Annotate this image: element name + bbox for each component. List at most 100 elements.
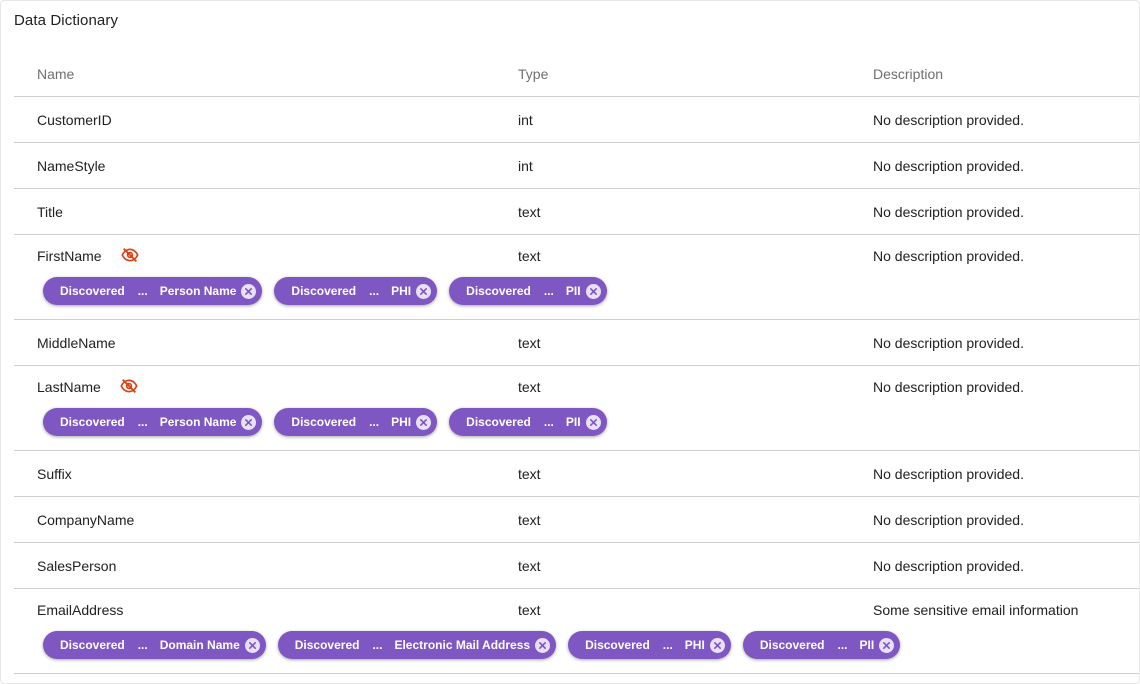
cell-type: int (518, 111, 533, 128)
tag-separator: ... (369, 284, 380, 298)
close-circle-icon[interactable] (416, 283, 432, 299)
close-circle-icon[interactable] (416, 414, 432, 430)
close-circle-icon[interactable] (709, 637, 725, 653)
cell-type: text (518, 248, 541, 264)
classification-tag[interactable]: Discovered... PHI (274, 408, 438, 436)
close-circle-icon[interactable] (585, 283, 601, 299)
cell-type: text (518, 203, 541, 220)
tag-separator: ... (543, 415, 554, 429)
table-row[interactable]: NameStyle int No description provided. (14, 143, 1139, 189)
column-name: CustomerID (37, 111, 112, 128)
cell-name: CompanyName (14, 512, 496, 528)
close-circle-icon[interactable] (241, 283, 257, 299)
classification-tag[interactable]: Discovered... PHI (568, 631, 731, 659)
close-circle-icon[interactable] (244, 637, 260, 653)
tag-separator: ... (372, 638, 383, 652)
tag-status: Discovered (466, 415, 531, 429)
tag-list: Discovered... Person Name Discovered... PHI… (14, 277, 1139, 311)
column-name: NameStyle (37, 157, 106, 174)
tag-separator: ... (662, 638, 673, 652)
cell-description: No description provided. (873, 379, 1024, 395)
cell-type: text (518, 379, 541, 395)
cell-type: text (518, 557, 541, 574)
tag-label: Person Name (159, 284, 237, 298)
header-name[interactable]: Name (14, 66, 496, 82)
cell-description: No description provided. (873, 557, 1024, 574)
cell-name: SalesPerson (14, 558, 496, 574)
header-description[interactable]: Description (850, 66, 1139, 82)
tag-separator: ... (137, 284, 148, 298)
close-circle-icon[interactable] (585, 414, 601, 430)
cell-description: No description provided. (873, 157, 1024, 174)
cell-name: Title (14, 204, 496, 220)
classification-tag[interactable]: Discovered... PHI (274, 277, 438, 305)
tag-label: Person Name (159, 415, 237, 429)
column-name: MiddleName (37, 334, 116, 351)
tag-status: Discovered (291, 284, 357, 298)
cell-description: Some sensitive email information (873, 602, 1079, 618)
tag-separator: ... (137, 415, 148, 429)
tag-list: Discovered... Person Name Discovered... PHI… (14, 408, 1139, 442)
tag-separator: ... (369, 415, 380, 429)
tag-label: Domain Name (159, 638, 240, 652)
tag-status: Discovered (60, 284, 125, 298)
table-row[interactable]: EmailAddress text Some sensitive email inf… (14, 589, 1139, 674)
table-row[interactable]: CompanyName text No description provided. (14, 497, 1139, 543)
table-row[interactable]: SalesPerson text No description provided. (14, 543, 1139, 589)
cell-type: text (518, 334, 541, 351)
cell-name: Suffix (14, 466, 496, 482)
table-row[interactable]: Suffix text No description provided. (14, 451, 1139, 497)
cell-name: EmailAddress (14, 602, 496, 618)
table-row[interactable]: CustomerID int No description provided. (14, 97, 1139, 143)
tag-label: Electronic Mail Address (394, 638, 531, 652)
tag-status: Discovered (291, 415, 357, 429)
row-main: CustomerID int No description provided. (14, 97, 1139, 142)
row-main: MiddleName text No description provided. (14, 320, 1139, 365)
eye-off-icon[interactable] (120, 247, 139, 262)
cell-name: NameStyle (14, 158, 496, 174)
row-main: NameStyle int No description provided. (14, 143, 1139, 188)
classification-tag[interactable]: Discovered... Person Name (43, 408, 263, 436)
table-body: CustomerID int No description provided. Nam… (14, 97, 1139, 674)
classification-tag[interactable]: Discovered... PII (449, 408, 607, 436)
classification-tag[interactable]: Discovered... PII (449, 277, 607, 305)
cell-description: No description provided. (873, 334, 1024, 351)
table-row[interactable]: Title text No description provided. (14, 189, 1139, 235)
tag-separator: ... (543, 284, 554, 298)
tag-separator: ... (137, 638, 148, 652)
tag-status: Discovered (466, 284, 531, 298)
column-name: CompanyName (37, 511, 135, 528)
classification-tag[interactable]: Discovered... Domain Name (43, 631, 266, 659)
tag-separator: ... (837, 638, 848, 652)
cell-description: No description provided. (873, 511, 1024, 528)
table-row[interactable]: FirstName text No description provided. Dis… (14, 235, 1139, 320)
eye-off-icon[interactable] (120, 378, 138, 393)
column-name: SalesPerson (37, 557, 117, 574)
cell-name: CustomerID (14, 112, 496, 128)
row-main: Suffix text No description provided. (14, 451, 1139, 496)
close-circle-icon[interactable] (879, 637, 895, 653)
cell-name: LastName (14, 378, 496, 395)
tag-status: Discovered (585, 638, 650, 652)
tag-status: Discovered (759, 638, 825, 652)
close-circle-icon[interactable] (241, 414, 257, 430)
classification-tag[interactable]: Discovered... Electronic Mail Address (277, 631, 557, 659)
row-main: EmailAddress text Some sensitive email inf… (14, 589, 1139, 631)
column-name: LastName (37, 379, 101, 395)
data-dictionary-panel: Data Dictionary Name Type Description Cu… (0, 0, 1140, 684)
table-row[interactable]: MiddleName text No description provided. (14, 320, 1139, 366)
close-circle-icon[interactable] (535, 637, 551, 653)
classification-tag[interactable]: Discovered... Person Name (43, 277, 263, 305)
classification-tag[interactable]: Discovered... PII (742, 631, 901, 659)
table-row[interactable]: LastName text No description provided. Disc… (14, 366, 1139, 451)
header-type[interactable]: Type (496, 66, 850, 82)
data-dictionary-table: Name Type Description CustomerID int No de… (14, 51, 1139, 674)
cell-type: text (518, 511, 541, 528)
row-main: Title text No description provided. (14, 189, 1139, 234)
tag-label: PHI (684, 638, 705, 652)
cell-type: int (518, 157, 533, 174)
tag-label: PII (565, 284, 581, 298)
cell-name: MiddleName (14, 335, 496, 351)
tag-label: PHI (391, 284, 412, 298)
cell-description: No description provided. (873, 111, 1024, 128)
